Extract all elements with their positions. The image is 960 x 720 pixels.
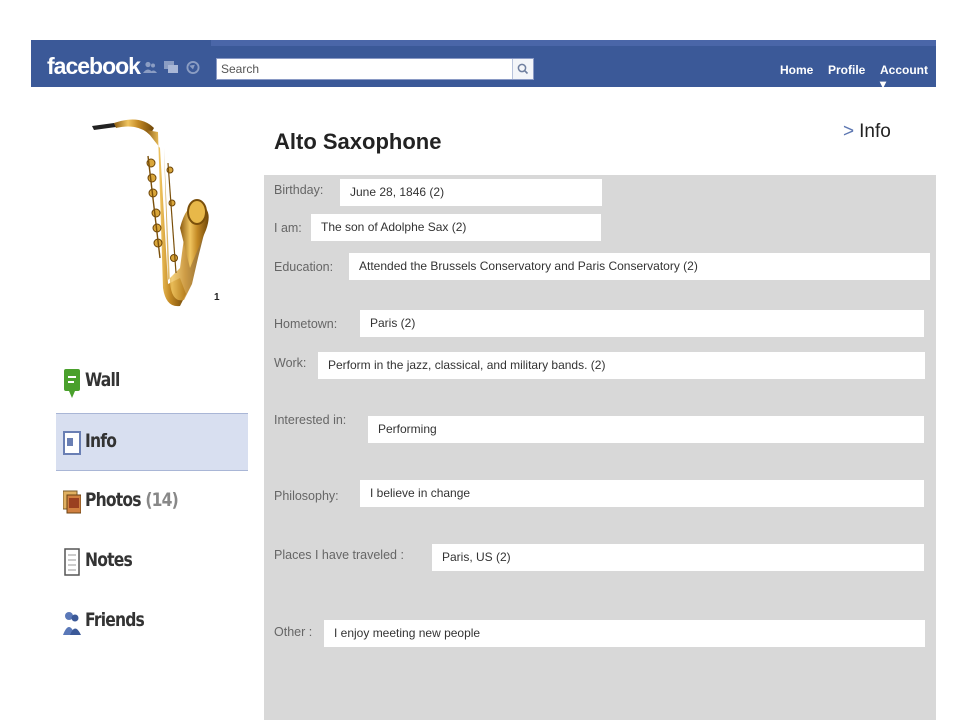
- search-box: [216, 58, 534, 80]
- image-caption: 1: [214, 292, 220, 303]
- photos-count: (14): [145, 489, 178, 511]
- photos-icon: [63, 490, 81, 514]
- hometown-value: Paris (2): [360, 310, 924, 337]
- sidebar-item-photos[interactable]: Photos (14): [56, 473, 248, 531]
- facebook-logo[interactable]: facebook: [47, 55, 141, 78]
- other-label: Other :: [274, 625, 313, 639]
- i-am-value: The son of Adolphe Sax (2): [311, 214, 601, 241]
- interested-in-label: Interested in:: [274, 413, 347, 427]
- nav-profile-link[interactable]: Profile: [828, 63, 865, 77]
- info-icon: [63, 431, 81, 455]
- birthday-label: Birthday:: [274, 183, 324, 197]
- sidebar-item-label: Info: [85, 430, 117, 452]
- sidebar-item-info[interactable]: Info: [56, 413, 248, 471]
- breadcrumb: > Info: [843, 121, 891, 143]
- search-icon: [517, 63, 529, 75]
- philosophy-value: I believe in change: [360, 480, 924, 507]
- other-value: I enjoy meeting new people: [324, 620, 925, 647]
- nav-account-menu[interactable]: Account ▾: [880, 63, 936, 91]
- breadcrumb-separator: >: [843, 121, 855, 142]
- top-bar-stripe: [211, 40, 936, 46]
- i-am-label: I am:: [274, 221, 302, 235]
- education-label: Education:: [274, 260, 334, 274]
- birthday-value: June 28, 1846 (2): [340, 179, 602, 206]
- education-value: Attended the Brussels Conservatory and P…: [349, 253, 930, 280]
- search-input[interactable]: [217, 59, 515, 79]
- top-bar: facebook Home Profile Account ▾: [31, 40, 936, 91]
- search-button[interactable]: [512, 59, 533, 79]
- profile-picture[interactable]: [88, 108, 213, 318]
- sidebar-item-label: Wall: [85, 369, 120, 391]
- places-traveled-value: Paris, US (2): [432, 544, 924, 571]
- sidebar-item-label: Notes: [85, 549, 133, 571]
- hometown-label: Hometown:: [274, 317, 338, 331]
- breadcrumb-current[interactable]: Info: [859, 121, 891, 142]
- work-value: Perform in the jazz, classical, and mili…: [318, 352, 925, 379]
- notes-icon: [64, 548, 80, 576]
- friend-requests-icon[interactable]: [143, 61, 157, 74]
- philosophy-label: Philosophy:: [274, 489, 339, 503]
- sidebar-item-friends[interactable]: Friends: [56, 593, 248, 651]
- friends-icon: [63, 612, 81, 635]
- wall-icon: [64, 369, 80, 398]
- info-panel: Birthday: June 28, 1846 (2) I am: The so…: [264, 175, 936, 720]
- sidebar-item-label: Friends: [85, 609, 145, 631]
- profile-name: Alto Saxophone: [274, 129, 442, 154]
- notifications-icon[interactable]: [186, 61, 200, 74]
- nav-home-link[interactable]: Home: [780, 63, 813, 77]
- messages-icon[interactable]: [164, 61, 178, 74]
- sidebar-item-wall[interactable]: Wall: [56, 353, 248, 411]
- sidebar-item-notes[interactable]: Notes: [56, 533, 248, 591]
- sidebar-item-label: Photos (14): [85, 489, 179, 511]
- places-traveled-label: Places I have traveled :: [274, 548, 404, 562]
- work-label: Work:: [274, 356, 307, 370]
- interested-in-value: Performing: [368, 416, 924, 443]
